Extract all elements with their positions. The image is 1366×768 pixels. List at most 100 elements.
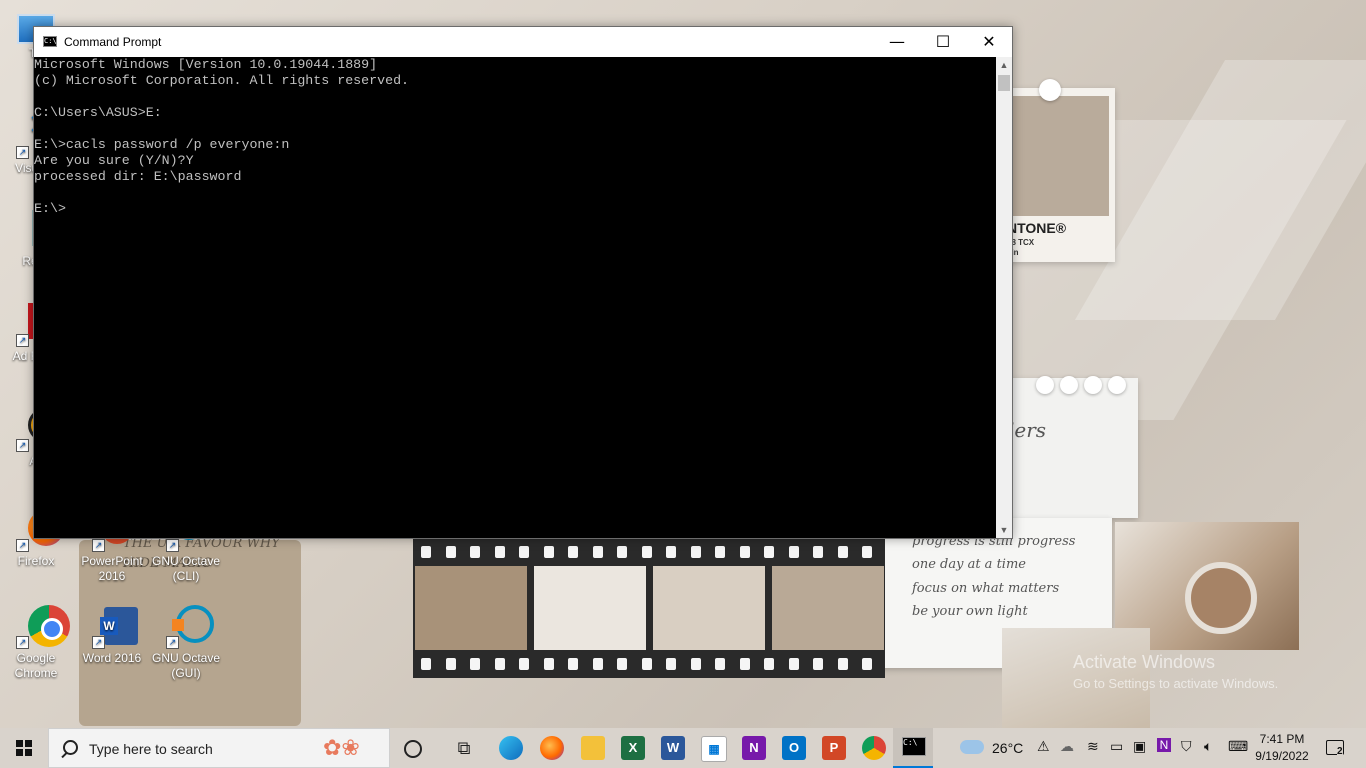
- watermark-title: Activate Windows: [1073, 652, 1216, 672]
- desktop-icon-chrome[interactable]: ↗ Google Chrome: [0, 605, 72, 681]
- film-hole: [641, 546, 652, 558]
- film-strip: [413, 538, 885, 678]
- start-button[interactable]: [0, 728, 48, 768]
- volume-icon[interactable]: 🔈︎: [1204, 738, 1212, 755]
- cortana-icon[interactable]: [404, 740, 422, 758]
- powerpoint-icon[interactable]: P: [822, 736, 846, 760]
- note-line: be your own light: [912, 604, 1028, 619]
- film-hole: [813, 546, 823, 558]
- battery-icon[interactable]: ▭: [1110, 738, 1123, 755]
- ring-hole-icon: [1084, 376, 1102, 394]
- network-warning-icon[interactable]: ⚠: [1037, 738, 1050, 755]
- input-indicator-icon[interactable]: ⌨: [1228, 738, 1248, 755]
- maximize-button[interactable]: ☐: [920, 27, 966, 57]
- file-explorer-icon[interactable]: [581, 736, 605, 760]
- film-hole: [641, 658, 652, 670]
- film-hole: [617, 546, 627, 558]
- desktop-icon-label: GNU Octave (CLI): [151, 554, 220, 583]
- watermark-subtitle: Go to Settings to activate Windows.: [1073, 676, 1279, 691]
- vertical-scrollbar[interactable]: ▲ ▼: [996, 57, 1012, 538]
- wifi-icon[interactable]: ≋: [1087, 738, 1099, 755]
- film-hole: [715, 546, 725, 558]
- cmd-icon[interactable]: C:\: [43, 36, 57, 47]
- notification-count-badge: 2: [1337, 746, 1343, 757]
- meet-now-icon[interactable]: ▣: [1133, 738, 1146, 755]
- taskbar-search-box[interactable]: Type here to search ✿❀: [48, 728, 390, 768]
- desktop-icon-label: GNU Octave (GUI): [151, 651, 220, 680]
- weather-cloud-icon[interactable]: [960, 740, 984, 754]
- pantone-brand: NTONE®: [1007, 220, 1067, 236]
- film-hole: [470, 658, 480, 670]
- film-hole: [592, 658, 603, 670]
- film-hole: [421, 658, 431, 670]
- clock[interactable]: 7:41 PM 9/19/2022: [1250, 731, 1314, 765]
- chrome-icon: ↗: [14, 605, 70, 649]
- coffee-cup-icon: [1185, 562, 1257, 634]
- desktop-icon-label: Firefox: [17, 554, 55, 568]
- command-prompt-window[interactable]: C:\ Command Prompt — ☐ ✕ Microsoft Windo…: [33, 26, 1013, 539]
- scroll-up-arrow-icon[interactable]: ▲: [996, 57, 1012, 73]
- film-hole: [837, 658, 848, 670]
- activate-windows-watermark: Activate Windows Go to Settings to activ…: [1073, 652, 1278, 691]
- scrollbar-thumb[interactable]: [998, 75, 1010, 91]
- pushpin-icon: [1039, 79, 1061, 101]
- security-shield-icon[interactable]: ⛉: [1181, 738, 1192, 755]
- film-hole: [690, 658, 701, 670]
- film-hole: [739, 658, 750, 670]
- film-frame-photo: [772, 566, 884, 650]
- film-hole: [421, 546, 431, 558]
- word-icon[interactable]: W: [661, 736, 685, 760]
- window-titlebar[interactable]: C:\ Command Prompt — ☐ ✕: [34, 27, 1012, 57]
- film-hole: [813, 658, 823, 670]
- close-button[interactable]: ✕: [966, 27, 1012, 57]
- film-hole: [715, 658, 725, 670]
- command-prompt-taskbar-button[interactable]: C:\: [893, 728, 933, 768]
- pantone-card: NTONE® 08 TCX kin: [1005, 88, 1115, 262]
- film-hole: [592, 546, 603, 558]
- film-hole: [445, 658, 456, 670]
- film-hole: [494, 546, 505, 558]
- film-hole: [666, 658, 676, 670]
- desktop-icon-word[interactable]: W ↗ Word 2016: [76, 605, 148, 666]
- film-hole: [739, 546, 750, 558]
- scroll-down-arrow-icon[interactable]: ▼: [996, 522, 1012, 538]
- excel-icon[interactable]: X: [621, 736, 645, 760]
- ring-hole-icon: [1108, 376, 1126, 394]
- film-hole: [666, 546, 676, 558]
- desktop-icon-label: Google Chrome: [14, 651, 58, 680]
- minimize-button[interactable]: —: [874, 27, 920, 57]
- edge-icon[interactable]: [499, 736, 523, 760]
- film-hole: [568, 546, 578, 558]
- task-view-icon[interactable]: ⧉: [452, 736, 476, 760]
- onenote-icon[interactable]: N: [742, 736, 766, 760]
- film-hole: [445, 546, 456, 558]
- desktop-icon-octave-gui[interactable]: ↗ GNU Octave (GUI): [150, 605, 222, 681]
- film-hole: [519, 658, 529, 670]
- cmd-icon: C:\: [902, 737, 926, 756]
- search-icon-handle: [61, 751, 68, 759]
- film-hole: [862, 658, 872, 670]
- onenote-tray-icon[interactable]: N: [1157, 738, 1171, 752]
- outlook-icon[interactable]: O: [782, 736, 806, 760]
- windows-logo-icon: [16, 740, 32, 756]
- notification-center-button[interactable]: 2: [1322, 728, 1352, 768]
- firefox-icon[interactable]: [540, 736, 564, 760]
- chrome-icon[interactable]: [862, 736, 886, 760]
- film-hole: [568, 658, 578, 670]
- film-hole: [543, 658, 554, 670]
- flowers-icon: ✿❀: [323, 735, 360, 760]
- film-hole: [494, 658, 505, 670]
- film-frame-photo: [415, 566, 527, 650]
- octave-icon: ↗: [164, 605, 214, 649]
- word-icon: W ↗: [90, 605, 138, 649]
- film-hole: [862, 546, 872, 558]
- pantone-swatch: [1013, 96, 1109, 216]
- weather-temperature[interactable]: 26°C: [992, 740, 1023, 756]
- taskbar: Type here to search ✿❀ ⧉ X W ▦ N O P C:\…: [0, 728, 1366, 768]
- onedrive-icon[interactable]: ☁: [1060, 738, 1074, 755]
- store-icon[interactable]: ▦: [701, 736, 727, 762]
- film-hole: [543, 546, 554, 558]
- clock-time: 7:41 PM: [1259, 732, 1305, 746]
- console-output[interactable]: Microsoft Windows [Version 10.0.19044.18…: [34, 57, 996, 538]
- window-title: Command Prompt: [64, 35, 162, 49]
